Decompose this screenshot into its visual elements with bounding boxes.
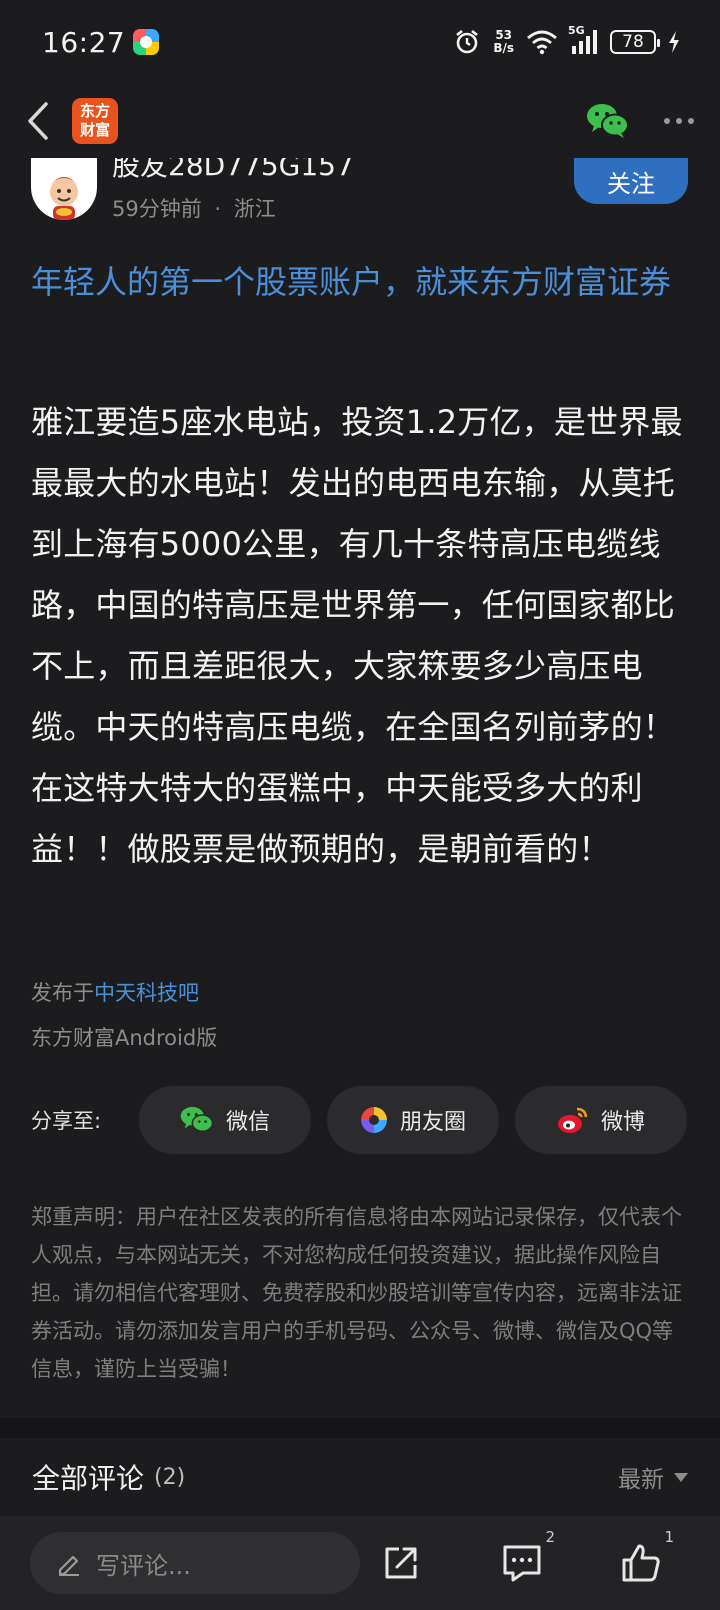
comment-button[interactable]: 2 [495,1528,555,1590]
follow-button[interactable]: 关注 [574,158,688,204]
logo-text-line2: 财富 [79,121,110,139]
meta-separator: · [214,197,222,221]
network-speed-unit: B/s [493,41,514,55]
share-out-button[interactable] [374,1536,428,1590]
post-time: 59分钟前 [112,197,202,221]
logo-text-line1: 东方 [79,102,110,120]
bottom-action-bar: 写评论... 2 1 [0,1516,720,1610]
share-weibo-label: 微博 [600,1110,645,1135]
avatar-mascot-icon [49,177,79,220]
post-location: 浙江 [233,197,276,221]
comment-icon [503,1545,541,1582]
wifi-icon [527,30,557,55]
forum-link[interactable]: 中天科技吧 [94,981,199,1005]
sort-dropdown[interactable]: 最新 [618,1460,688,1494]
share-weibo-button[interactable]: 微博 [515,1086,687,1154]
section-divider [0,1418,720,1438]
disclaimer: 郑重声明：用户在社区发表的所有信息将由本网站记录保存，仅代表个人观点，与本网站无… [31,1205,682,1381]
back-button[interactable] [18,96,58,146]
comment-input[interactable]: 写评论... [30,1532,360,1594]
comments-header: 全部评论 (2) 最新 [0,1438,720,1516]
post-platform: 东方财富Android版 [31,1026,218,1050]
share-moments-label: 朋友圈 [399,1110,466,1135]
app-logo[interactable]: 东方 财富 [72,98,118,144]
like-button[interactable]: 1 [614,1528,674,1590]
wechat-icon [180,1106,214,1132]
status-bar: 16:27 53 B/s 5G 78 [0,0,720,84]
avatar[interactable] [31,158,97,220]
share-wechat-label: 微信 [225,1110,270,1135]
author-name[interactable]: 股友28D775G157 [112,158,354,184]
chevron-down-icon [674,1472,688,1482]
wechat-icon[interactable] [586,102,630,140]
status-time: 16:27 [42,25,126,59]
notification-app-icon [133,29,160,55]
weibo-icon [557,1107,588,1133]
alarm-icon [456,29,479,54]
author-row: 股友28D775G157 59分钟前 · 浙江 关注 [0,158,720,228]
back-chevron-icon [28,102,48,140]
post-body: 雅江要造5座水电站，投资1.2万亿，是世界最最最大的水电站！发出的电西电东输，从… [31,403,683,868]
share-moments-button[interactable]: 朋友圈 [327,1086,499,1154]
moments-icon [360,1107,387,1133]
cellular-signal-icon: 5G [568,24,598,54]
comment-count-badge: 2 [545,1528,555,1546]
share-wechat-button[interactable]: 微信 [139,1086,311,1154]
status-icons: 53 B/s 5G 78 [453,24,680,56]
nav-actions [586,102,702,140]
share-row: 分享至: 微信 朋友圈 微博 [31,1086,691,1154]
thumbs-up-icon [622,1544,660,1582]
post-title[interactable]: 年轻人的第一个股票账户，就来东方财富证券 [31,256,691,308]
battery-indicator: 78 [610,30,660,54]
network-type: 5G [568,24,585,37]
published-in: 发布于中天科技吧 [31,977,199,1007]
sort-label: 最新 [618,1467,664,1493]
share-out-icon [385,1547,417,1579]
post-meta: 59分钟前 · 浙江 [112,193,276,223]
more-icon[interactable] [664,118,694,124]
charging-icon [669,31,679,53]
comments-count: (2) [154,1464,186,1490]
like-count-badge: 1 [664,1528,674,1546]
published-prefix: 发布于 [31,981,94,1005]
pencil-icon [58,1555,79,1576]
comment-input-placeholder: 写评论... [96,1551,191,1580]
share-label: 分享至: [31,1109,102,1133]
network-speed: 53 B/s [493,29,514,55]
comments-title: 全部评论 [32,1462,145,1495]
top-nav-bar: 东方 财富 [0,84,720,158]
